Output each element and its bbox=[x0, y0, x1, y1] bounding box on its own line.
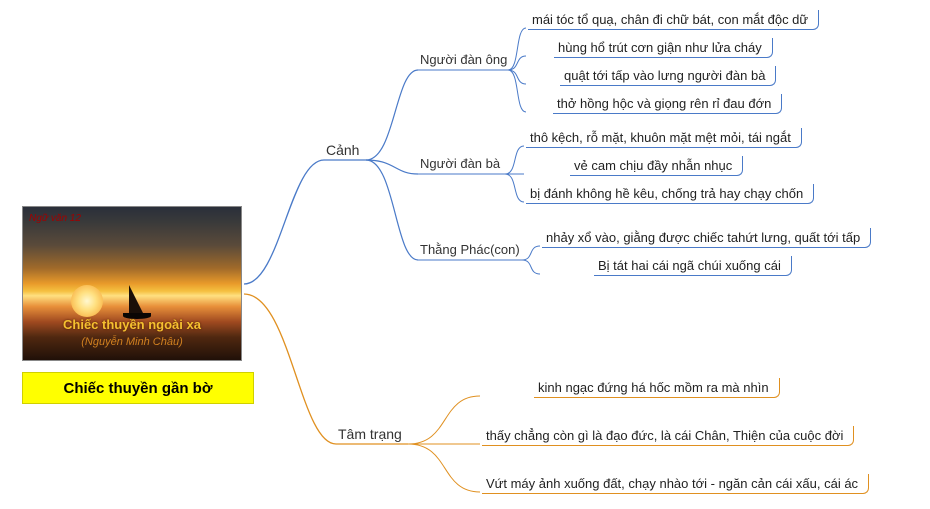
sub-nguoi-dan-ba[interactable]: Người đàn bà bbox=[420, 156, 500, 171]
sub-thang-phac[interactable]: Thằng Phác(con) bbox=[420, 242, 520, 257]
leaf[interactable]: thô kệch, rỗ mặt, khuôn mặt mệt mỏi, tái… bbox=[526, 128, 802, 148]
leaf[interactable]: hùng hổ trút cơn giận như lửa cháy bbox=[554, 38, 773, 58]
branch-tam-trang[interactable]: Tâm trạng bbox=[338, 426, 402, 442]
leaf[interactable]: Vứt máy ảnh xuống đất, chạy nhào tới - n… bbox=[482, 474, 869, 494]
course-tag: Ngữ văn 12 bbox=[29, 213, 81, 224]
leaf[interactable]: mái tóc tổ quạ, chân đi chữ bát, con mắt… bbox=[528, 10, 819, 30]
leaf[interactable]: kinh ngạc đứng há hốc mồm ra mà nhìn bbox=[534, 378, 780, 398]
branch-canh[interactable]: Cảnh bbox=[326, 142, 359, 158]
sub-nguoi-dan-ong[interactable]: Người đàn ông bbox=[420, 52, 507, 67]
leaf[interactable]: quật tới tấp vào lưng người đàn bà bbox=[560, 66, 776, 86]
leaf[interactable]: Bị tát hai cái ngã chúi xuống cái bbox=[594, 256, 792, 276]
leaf[interactable]: thấy chẳng còn gì là đạo đức, là cái Châ… bbox=[482, 426, 854, 446]
leaf[interactable]: vẻ cam chịu đầy nhẫn nhục bbox=[570, 156, 743, 176]
sun-shape bbox=[71, 285, 103, 317]
leaf[interactable]: nhảy xổ vào, giằng được chiếc tahứt lưng… bbox=[542, 228, 871, 248]
card-title: Chiếc thuyền ngoài xa bbox=[23, 317, 241, 332]
leaf[interactable]: thở hồng hộc và giọng rên rỉ đau đớn bbox=[553, 94, 782, 114]
card-author: (Nguyễn Minh Châu) bbox=[23, 336, 241, 348]
root-node[interactable]: Chiếc thuyền gần bờ bbox=[22, 372, 254, 404]
topic-image-card: Ngữ văn 12 Chiếc thuyền ngoài xa (Nguyễn… bbox=[22, 206, 242, 361]
leaf[interactable]: bị đánh không hề kêu, chống trả hay chạy… bbox=[526, 184, 814, 204]
